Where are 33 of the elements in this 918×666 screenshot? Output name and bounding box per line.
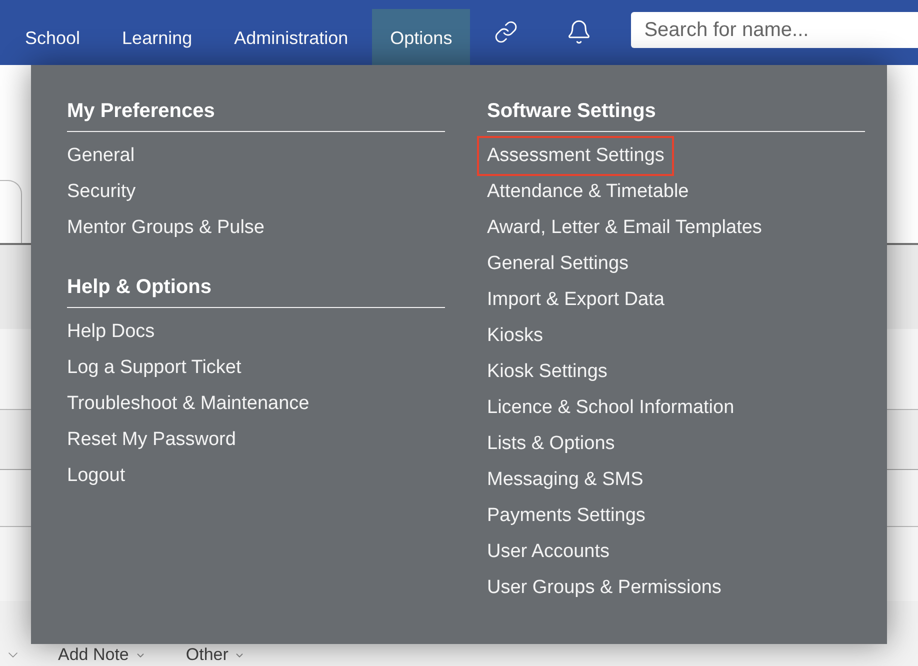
toolbar-dropdown[interactable]: Add Note [58,645,146,665]
menu-item[interactable]: Log a Support Ticket [59,350,250,386]
menu-item[interactable]: Messaging & SMS [479,462,652,498]
menu-item[interactable]: Attendance & Timetable [479,174,697,210]
nav-tab[interactable]: Administration [216,9,366,65]
menu-item[interactable]: General [59,138,143,174]
menu-item[interactable]: Help Docs [59,314,163,350]
section-heading: Help & Options [67,275,445,308]
menu-item[interactable]: Assessment Settings [479,138,672,174]
link-icon[interactable] [494,20,518,44]
nav-tab[interactable]: Options [372,9,470,65]
menu-item[interactable]: Licence & School Information [479,390,742,426]
menu-item[interactable]: Import & Export Data [479,282,672,318]
menu-item[interactable]: User Accounts [479,534,618,570]
menu-item[interactable]: User Groups & Permissions [479,570,730,606]
menu-item[interactable]: General Settings [479,246,637,282]
menu-item[interactable]: Kiosks [479,318,551,354]
nav-tab[interactable]: Learning [104,9,210,65]
menu-item[interactable]: Mentor Groups & Pulse [59,210,272,246]
search-field[interactable]: Search for name... [631,12,918,48]
menu-item[interactable]: Logout [59,458,134,494]
menu-item[interactable]: Reset My Password [59,422,244,458]
toolbar-dropdown[interactable]: Other [186,645,246,665]
section-heading: Software Settings [487,99,865,132]
menu-item[interactable]: Security [59,174,144,210]
menu-item[interactable]: Kiosk Settings [479,354,616,390]
menu-item[interactable]: Lists & Options [479,426,623,462]
menu-item[interactable]: Troubleshoot & Maintenance [59,386,318,422]
nav-tab[interactable]: School [7,9,98,65]
bell-icon[interactable] [566,18,592,46]
menu-item[interactable]: Payments Settings [479,498,654,534]
section-heading: My Preferences [67,99,445,132]
menu-item[interactable]: Award, Letter & Email Templates [479,210,770,246]
